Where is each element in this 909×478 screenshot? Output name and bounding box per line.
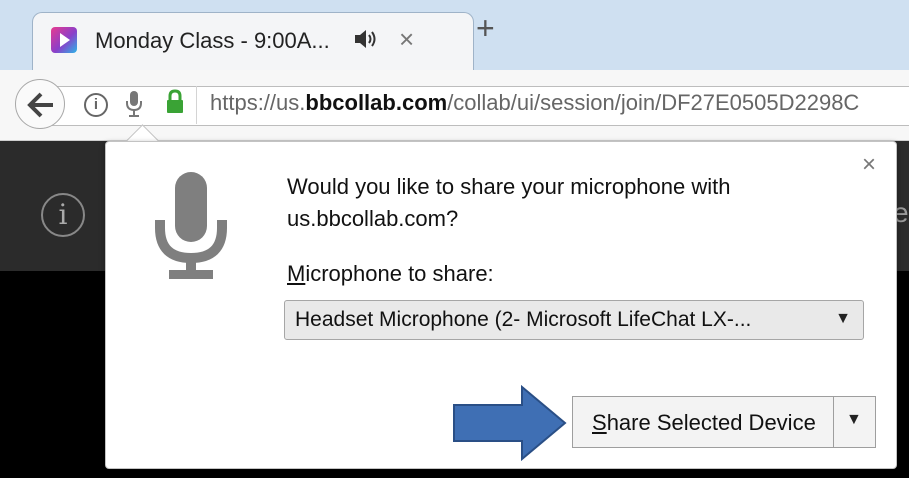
back-button[interactable]: [15, 79, 65, 129]
microphone-permission-icon[interactable]: [125, 90, 143, 118]
browser-tab[interactable]: Monday Class - 9:00A... ×: [32, 12, 474, 73]
collaborate-favicon-icon: [51, 27, 77, 53]
microphone-device-select[interactable]: Headset Microphone (2- Microsoft LifeCha…: [284, 300, 864, 340]
tab-close-icon[interactable]: ×: [399, 24, 414, 55]
microphone-icon: [155, 172, 227, 279]
back-arrow-icon: [27, 92, 53, 118]
share-button-label: Share Selected Device: [592, 410, 816, 435]
popup-close-icon[interactable]: ×: [862, 151, 876, 179]
page-info-icon[interactable]: i: [41, 193, 85, 237]
share-options-dropdown-button[interactable]: ▼: [834, 396, 876, 448]
tab-strip: Monday Class - 9:00A... × +: [0, 0, 909, 73]
share-selected-device-button[interactable]: Share Selected Device: [572, 396, 834, 448]
url-separator: [196, 86, 197, 124]
url-text[interactable]: https://us.bbcollab.com/collab/ui/sessio…: [210, 90, 859, 116]
new-tab-button[interactable]: +: [476, 10, 495, 47]
selected-device-text: Headset Microphone (2- Microsoft LifeCha…: [295, 308, 752, 331]
microphone-select-label: Microphone to share:: [287, 261, 494, 286]
permission-prompt-text: Would you like to share your microphone …: [287, 174, 731, 231]
speaker-icon[interactable]: [353, 28, 379, 56]
annotation-arrow-icon: [453, 385, 567, 461]
site-info-icon[interactable]: i: [84, 93, 108, 117]
lock-icon[interactable]: [165, 89, 185, 115]
tab-title: Monday Class - 9:00A...: [95, 28, 330, 53]
dropdown-arrow-icon: ▼: [835, 310, 851, 327]
dropdown-arrow-icon: ▼: [846, 411, 862, 428]
